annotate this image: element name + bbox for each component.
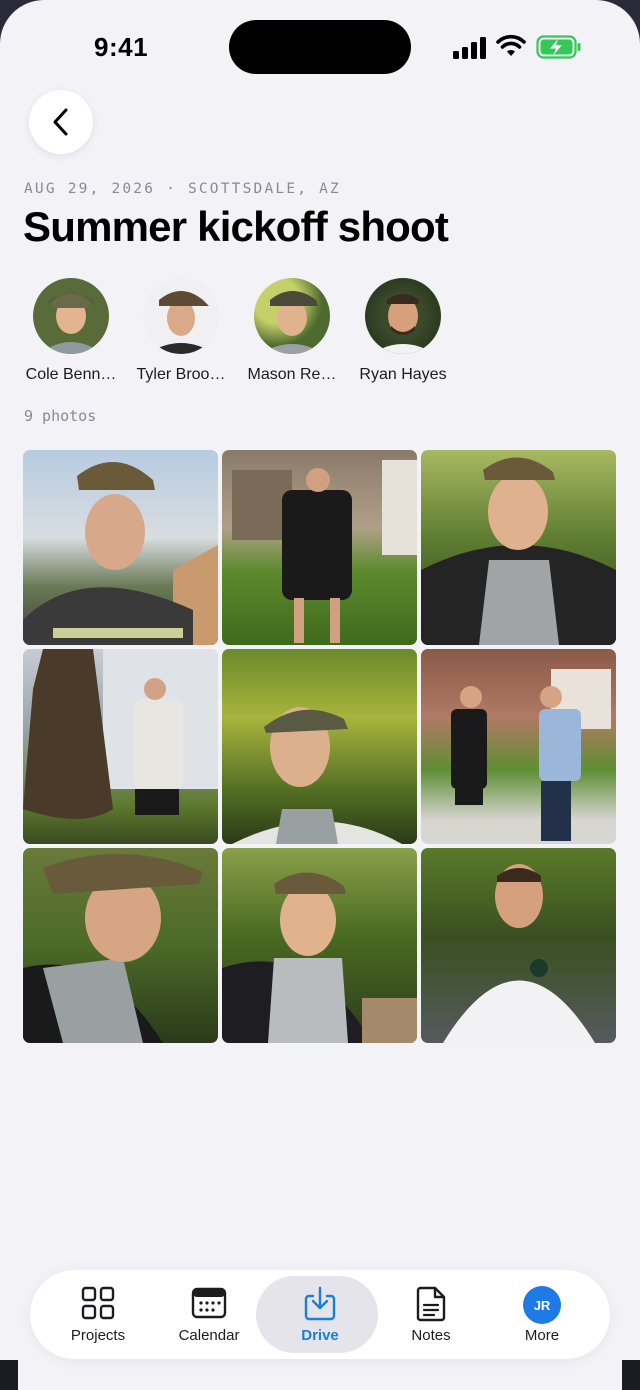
photo-count: 9 photos	[24, 407, 97, 425]
photo-8[interactable]	[222, 848, 417, 1043]
tab-bar: Projects Calendar Drive Notes JR More	[30, 1270, 610, 1359]
bezel-corner	[622, 1360, 640, 1390]
status-time: 9:41	[94, 32, 149, 62]
tab-label: Projects	[70, 1327, 126, 1344]
back-button[interactable]	[29, 90, 93, 154]
photo-2[interactable]	[222, 450, 417, 645]
dynamic-island	[229, 20, 411, 74]
tab-notes[interactable]: Notes	[373, 1270, 489, 1359]
download-icon	[304, 1286, 336, 1321]
person-cole[interactable]: Cole Benn…	[16, 278, 126, 384]
screen: 9:41 AUG 29, 2026 · SCOTTSDALE, AZ Summe…	[0, 0, 640, 1390]
person-name: Mason Re…	[247, 366, 337, 383]
person-name: Ryan Hayes	[359, 366, 447, 383]
battery-charging-icon	[536, 35, 581, 59]
page-title: Summer kickoff shoot	[23, 203, 449, 250]
person-mason[interactable]: Mason Re…	[237, 278, 347, 384]
cellular-signal-icon	[453, 37, 486, 59]
tab-label: Drive	[301, 1327, 339, 1344]
photo-7[interactable]	[23, 848, 218, 1043]
user-avatar: JR	[523, 1286, 561, 1324]
status-bar: 9:41	[0, 0, 640, 90]
wifi-icon	[496, 34, 526, 56]
photo-5[interactable]	[222, 649, 417, 844]
document-icon	[416, 1286, 446, 1322]
tab-calendar[interactable]: Calendar	[151, 1270, 267, 1359]
photo-9[interactable]	[421, 848, 616, 1043]
photo-3[interactable]	[421, 450, 616, 645]
shoot-date-location: AUG 29, 2026 · SCOTTSDALE, AZ	[24, 181, 341, 197]
tab-label: Notes	[411, 1327, 451, 1344]
calendar-icon	[191, 1287, 227, 1319]
photo-1[interactable]	[23, 450, 218, 645]
chevron-left-icon	[53, 108, 68, 136]
avatar	[33, 278, 109, 354]
avatar	[254, 278, 330, 354]
person-tyler[interactable]: Tyler Broo…	[126, 278, 236, 384]
photo-6[interactable]	[421, 649, 616, 844]
photo-grid	[23, 450, 617, 1044]
photo-4[interactable]	[23, 649, 218, 844]
avatar	[143, 278, 219, 354]
avatar-initials: JR	[523, 1286, 561, 1324]
tab-drive[interactable]: Drive	[256, 1270, 378, 1359]
tab-label: Calendar	[178, 1327, 240, 1344]
tab-projects[interactable]: Projects	[40, 1270, 156, 1359]
person-ryan[interactable]: Ryan Hayes	[348, 278, 458, 384]
people-row: Cole Benn… Tyler Broo… Mason Re… Ryan Ha…	[0, 278, 640, 388]
tab-label: More	[524, 1327, 560, 1344]
person-name: Cole Benn…	[25, 366, 117, 383]
tab-more[interactable]: JR More	[484, 1270, 600, 1359]
grid-icon	[81, 1286, 115, 1320]
bezel-corner	[0, 1360, 18, 1390]
person-name: Tyler Broo…	[136, 366, 226, 383]
avatar	[365, 278, 441, 354]
